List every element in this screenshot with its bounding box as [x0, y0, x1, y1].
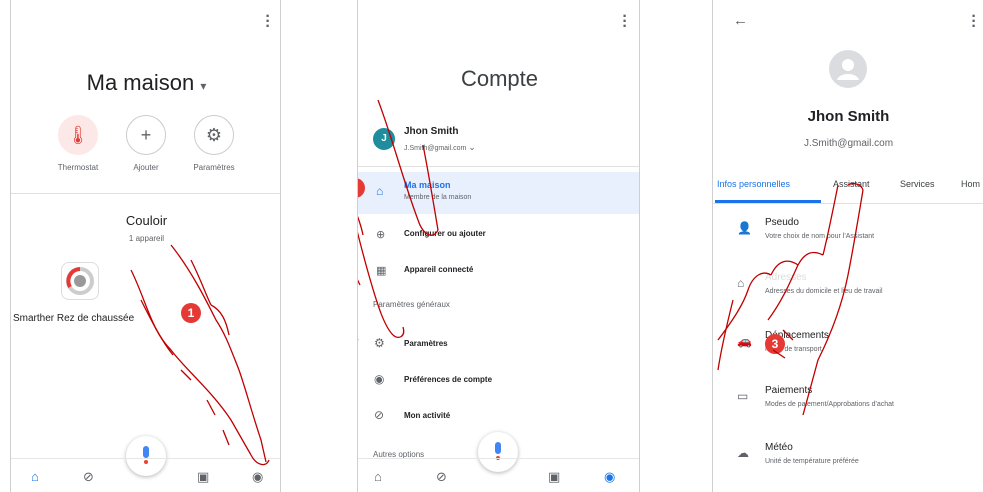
page-title: Compte [460, 66, 539, 91]
plus-icon: + [140, 125, 152, 145]
mic-icon [495, 442, 501, 460]
more-options-icon[interactable]: · · · [265, 9, 271, 35]
pointing-hand-illustration [130, 244, 270, 466]
tab-home[interactable]: Hom [961, 179, 980, 189]
thermostat-icon: 🌡 [66, 125, 90, 145]
gear-icon: ⚙ [205, 125, 223, 145]
user-email: J.Smith@gmail.com [803, 138, 894, 149]
thermostat-label: Thermostat [57, 163, 99, 172]
room-title: Couloir [125, 213, 168, 228]
screen-account: · · · Compte J Jhon Smith J.Smith@gmail.co… [357, 0, 640, 492]
row-weather[interactable]: ☁ Météo Unité de température préférée [713, 440, 983, 474]
add-label: Ajouter [133, 163, 159, 172]
compass-icon: ⊘ [374, 408, 385, 422]
avatar[interactable] [829, 50, 867, 88]
more-options-icon[interactable]: · · · [622, 9, 628, 35]
home-title[interactable]: Ma maison ▾ [11, 70, 280, 96]
activity-label: Mon activité [404, 411, 451, 420]
device-tile[interactable] [61, 262, 99, 300]
pointing-hand-illustration [717, 183, 864, 416]
bottom-nav: ⌂ ⊘ ▣ ◉ [358, 458, 639, 492]
chevron-down-icon: ▾ [200, 79, 207, 93]
activity-item[interactable]: ⊘ Mon activité [358, 404, 639, 428]
more-options-icon[interactable]: · · · [971, 9, 977, 35]
discover-icon[interactable]: ⊘ [436, 469, 447, 485]
thermostat-dial-icon [66, 267, 94, 295]
screen-home: · · · Ma maison ▾ 🌡 Thermostat + Ajouter ⚙… [10, 0, 281, 492]
divider [11, 193, 280, 194]
user-name: Jhon Smith [807, 108, 890, 125]
discover-icon[interactable]: ⊘ [83, 469, 94, 485]
settings-button[interactable]: ⚙ [194, 115, 234, 155]
add-button[interactable]: + [126, 115, 166, 155]
home-icon[interactable]: ⌂ [31, 469, 39, 484]
weather-icon: ☁ [737, 446, 749, 460]
person-icon [837, 59, 859, 80]
home-title-text: Ma maison [86, 70, 195, 95]
thermostat-button[interactable]: 🌡 [58, 115, 98, 155]
screen-profile: ← · · · Jhon Smith J.Smith@gmail.com Infos… [712, 0, 983, 492]
row-title: Météo [765, 442, 793, 453]
media-icon[interactable]: ▣ [548, 469, 560, 485]
account-icon[interactable]: ◉ [604, 469, 615, 485]
settings-label: Paramètres [193, 163, 235, 172]
tab-services[interactable]: Services [900, 179, 935, 189]
back-arrow-icon[interactable]: ← [733, 12, 748, 29]
pointing-finger-illustration [377, 99, 439, 236]
row-subtitle: Unité de température préférée [765, 458, 859, 465]
home-icon[interactable]: ⌂ [374, 469, 382, 484]
